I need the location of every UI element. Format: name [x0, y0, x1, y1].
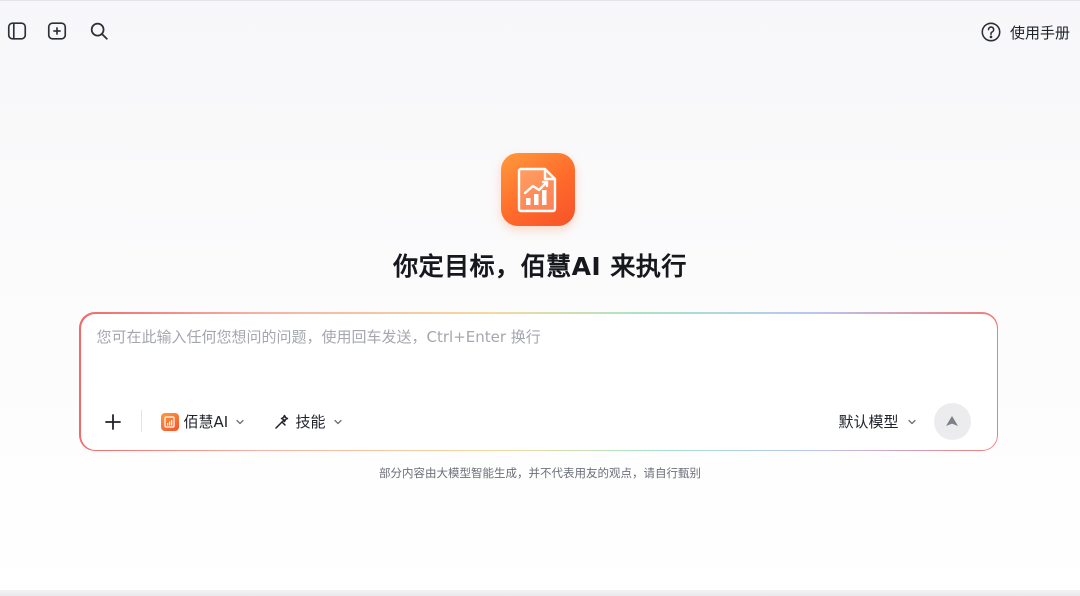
user-manual-label: 使用手册: [1009, 23, 1070, 42]
agent-logo-icon: [160, 412, 179, 431]
agent-selector[interactable]: 佰慧AI: [160, 410, 246, 434]
toolbar-divider: [140, 409, 142, 432]
user-manual-link[interactable]: 使用手册: [980, 20, 1070, 44]
chevron-down-icon: [236, 419, 244, 424]
question-circle-icon: [981, 22, 1001, 42]
plus-square-icon: [47, 22, 67, 40]
model-selector[interactable]: 默认模型: [838, 410, 916, 434]
report-chart-icon: [517, 167, 557, 212]
sidebar-toggle-button[interactable]: [5, 19, 29, 43]
ai-disclaimer: 部分内容由大模型智能生成，并不代表用友的观点，请自行甄别: [379, 466, 701, 480]
sidebar-panel-icon: [7, 22, 27, 40]
send-arrow-icon: [946, 416, 958, 426]
chat-input-card-inner: 佰慧AI 技能 默认模型: [80, 313, 997, 450]
new-chat-button[interactable]: [45, 19, 69, 43]
skills-selector[interactable]: 技能: [273, 410, 343, 434]
send-button[interactable]: [933, 402, 971, 440]
wand-icon: [274, 414, 288, 429]
agent-label: 佰慧AI: [183, 413, 229, 431]
page-headline: 你定目标，佰慧AI 来执行: [393, 252, 687, 281]
search-icon: [90, 22, 108, 40]
skills-label: 技能: [295, 413, 326, 431]
bottom-scrollbar: [0, 590, 1080, 596]
chevron-down-icon: [333, 419, 342, 424]
model-label: 默认模型: [838, 413, 899, 431]
chevron-down-icon: [907, 419, 916, 424]
search-button[interactable]: [87, 19, 111, 43]
chat-input[interactable]: [96, 325, 977, 386]
app-logo: [501, 153, 575, 226]
chat-input-card: 佰慧AI 技能 默认模型: [79, 312, 998, 451]
plus-icon: [104, 413, 121, 430]
attach-button[interactable]: [101, 410, 125, 434]
